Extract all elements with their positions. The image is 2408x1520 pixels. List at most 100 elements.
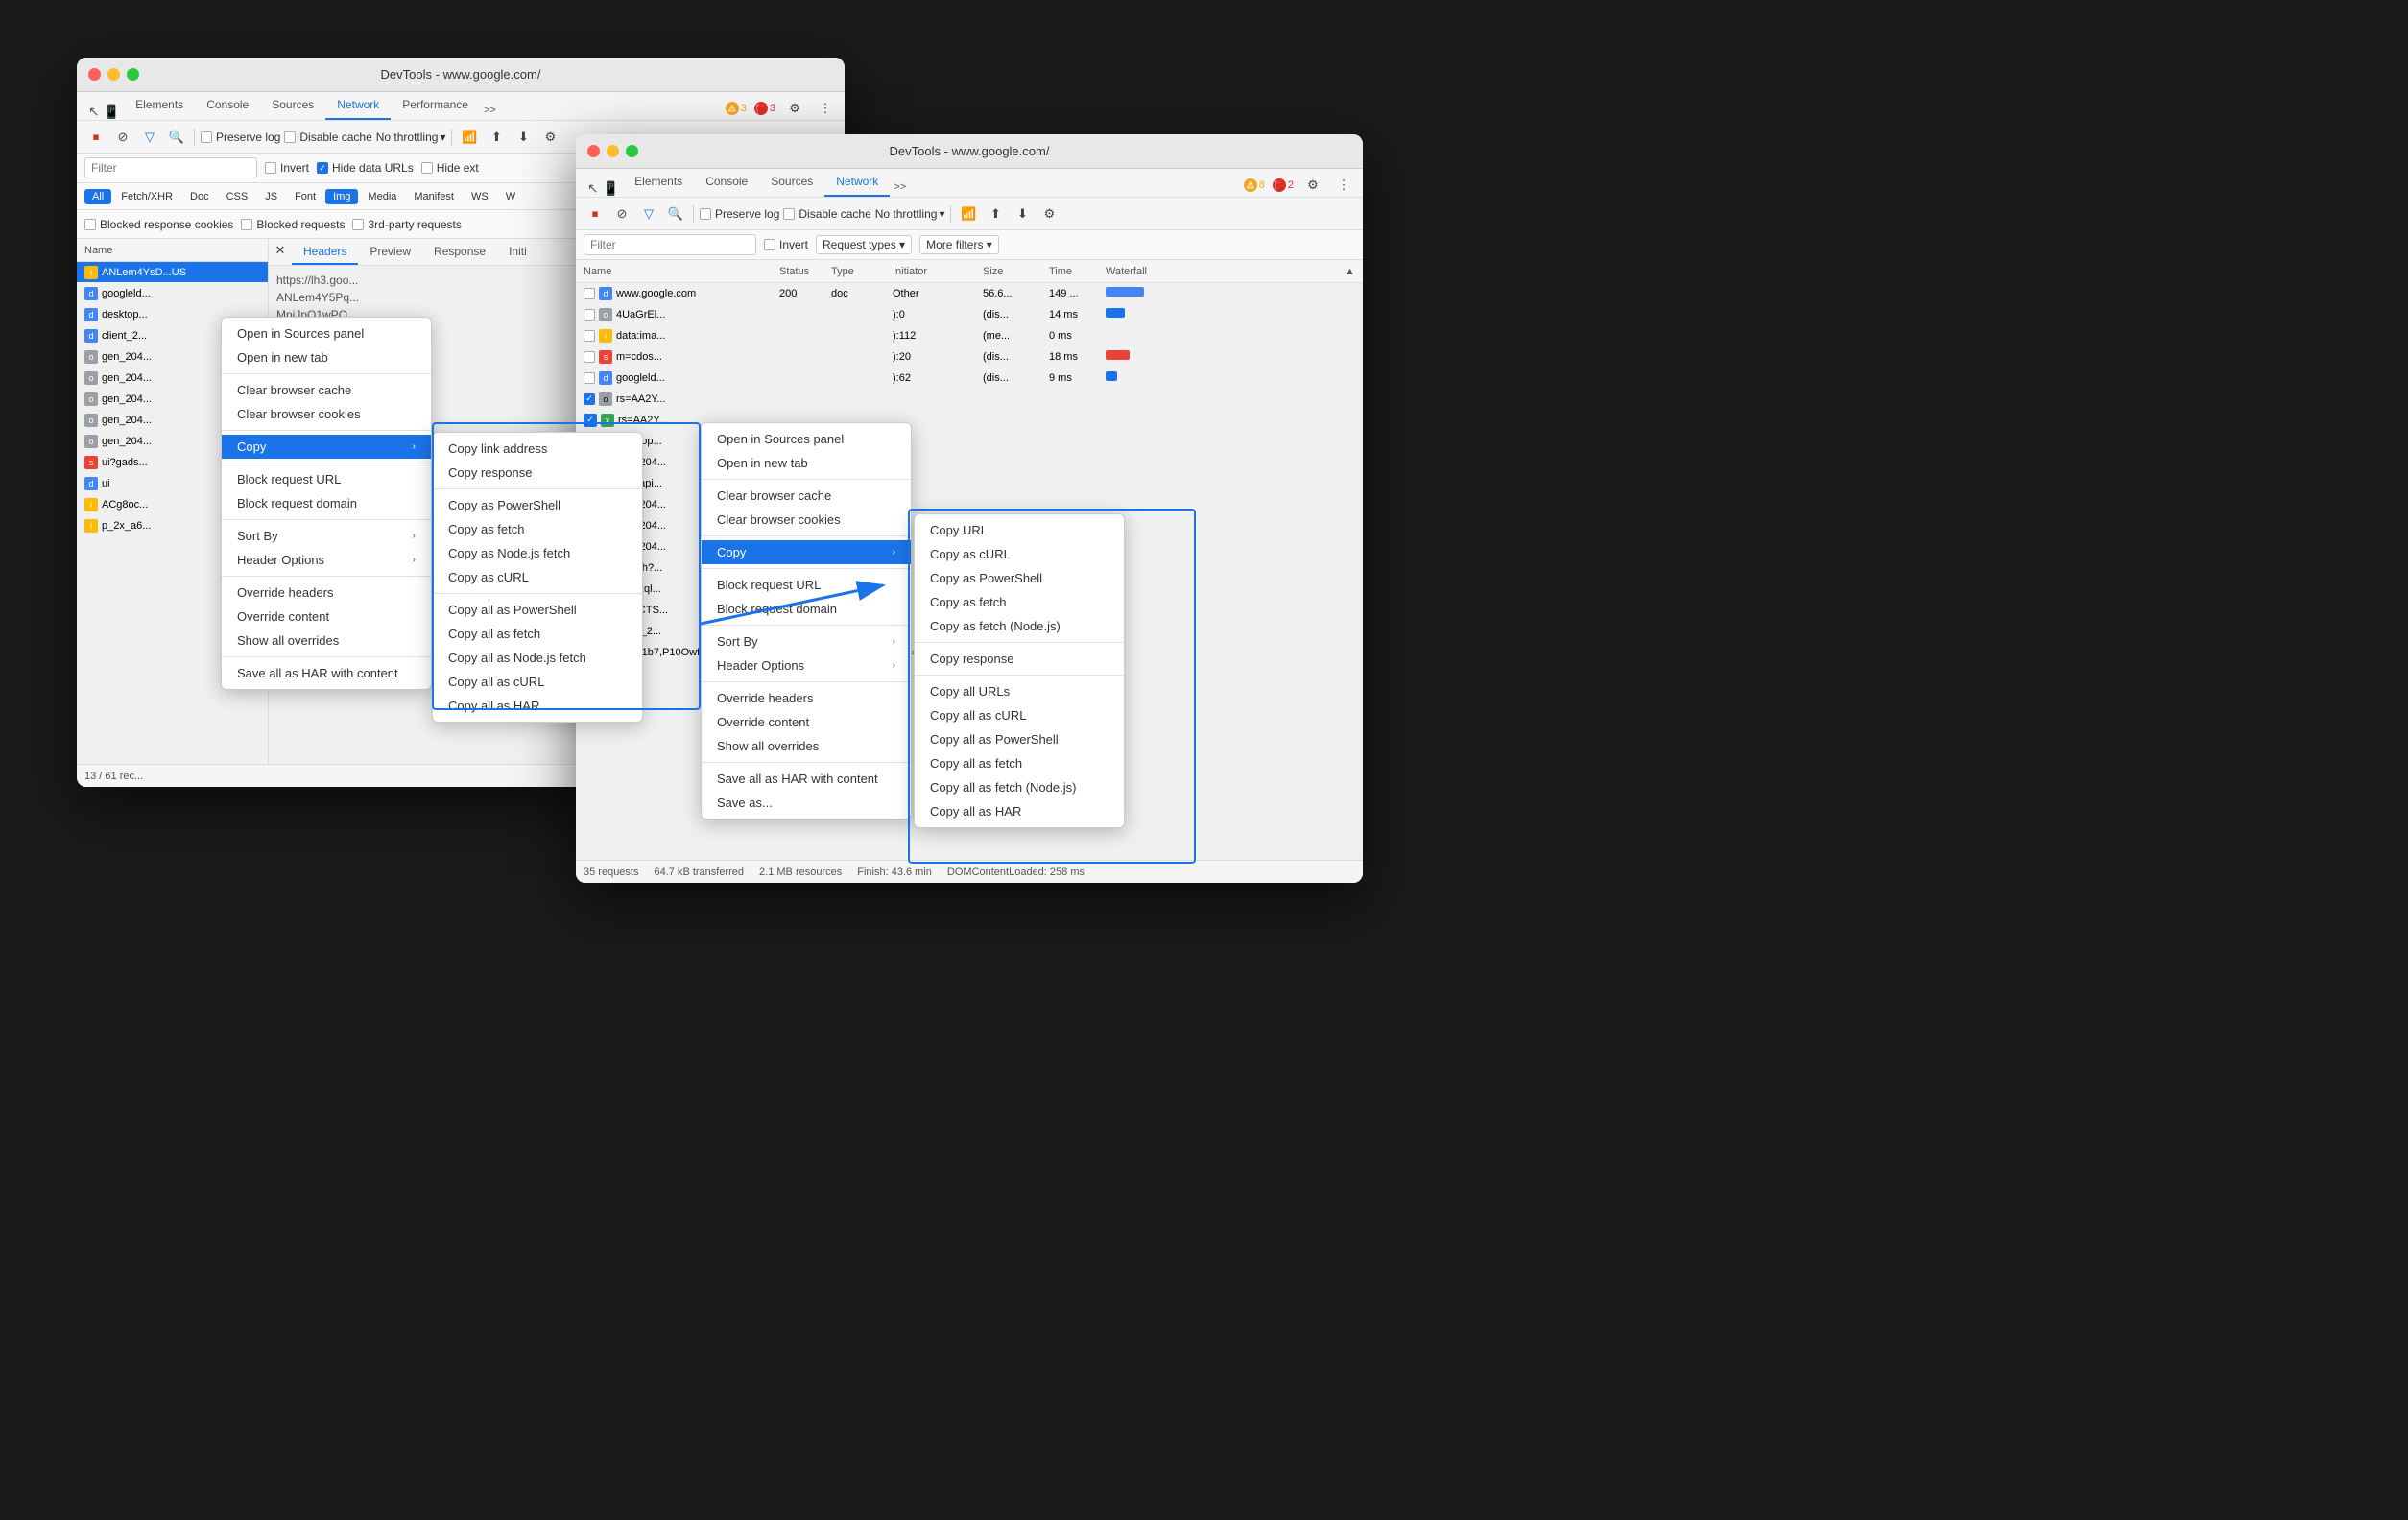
menu-block-url-1[interactable]: Block request URL — [222, 467, 431, 491]
menu2-override-content[interactable]: Override content — [702, 710, 911, 734]
menu2-save-har[interactable]: Save all as HAR with content — [702, 767, 911, 791]
disable-cache-checkbox-1[interactable] — [284, 131, 296, 143]
net-row-7[interactable]: d desktop... — [576, 431, 1363, 452]
submenu2-copy-all-curl[interactable]: Copy all as cURL — [915, 703, 1124, 727]
menu2-open-tab[interactable]: Open in new tab — [702, 451, 911, 475]
settings2-icon-1[interactable]: ⚙ — [538, 126, 561, 149]
menu-clear-cache-1[interactable]: Clear browser cache — [222, 378, 431, 402]
clear-icon-2[interactable]: ⊘ — [610, 202, 633, 226]
menu2-sort-by[interactable]: Sort By › — [702, 629, 911, 653]
record-stop-icon-2[interactable]: ⏹ — [584, 202, 607, 226]
submenu-copy-all-powershell-1[interactable]: Copy all as PowerShell — [433, 598, 642, 622]
blocked-cookies-check-1[interactable]: Blocked response cookies — [84, 218, 233, 231]
menu-clear-cookies-1[interactable]: Clear browser cookies — [222, 402, 431, 426]
minimize-button-1[interactable] — [107, 68, 120, 81]
search-icon-2[interactable]: 🔍 — [664, 202, 687, 226]
type-btn-doc-1[interactable]: Doc — [182, 189, 217, 204]
submenu2-copy-all-fetch-nodejs[interactable]: Copy all as fetch (Node.js) — [915, 775, 1124, 799]
net-row-5[interactable]: ✓ o rs=AA2Y... — [576, 389, 1363, 410]
close-button-2[interactable] — [587, 145, 600, 157]
maximize-button-2[interactable] — [626, 145, 638, 157]
submenu-copy-fetch-1[interactable]: Copy as fetch — [433, 517, 642, 541]
submenu2-copy-curl[interactable]: Copy as cURL — [915, 542, 1124, 566]
record-stop-icon-1[interactable]: ⏹ — [84, 126, 107, 149]
invert-checkbox-1[interactable] — [265, 162, 276, 174]
disable-cache-check-1[interactable]: Disable cache — [284, 131, 371, 144]
tab-more-2[interactable]: >> — [890, 178, 910, 197]
filter-icon-1[interactable]: ▽ — [138, 126, 161, 149]
submenu2-copy-url[interactable]: Copy URL — [915, 518, 1124, 542]
filter-input-2[interactable] — [584, 234, 756, 255]
throttle-select-1[interactable]: No throttling ▾ — [376, 131, 446, 144]
maximize-button-1[interactable] — [127, 68, 139, 81]
hide-data-check-1[interactable]: ✓ Hide data URLs — [317, 161, 414, 175]
type-btn-all-1[interactable]: All — [84, 189, 111, 204]
net-row-9[interactable]: s cb=gapi... — [576, 473, 1363, 494]
export-icon-1[interactable]: ⬆ — [485, 126, 508, 149]
submenu-copy-all-fetch-1[interactable]: Copy all as fetch — [433, 622, 642, 646]
submenu-copy-response-1[interactable]: Copy response — [433, 461, 642, 485]
tab-more-1[interactable]: >> — [480, 101, 500, 120]
menu2-block-domain[interactable]: Block request domain — [702, 597, 911, 621]
preserve-log-checkbox-2[interactable] — [700, 208, 711, 220]
type-btn-media-1[interactable]: Media — [360, 189, 404, 204]
net-row-0[interactable]: d www.google.com 200 doc Other 56.6... 1… — [576, 283, 1363, 304]
throttle-select-2[interactable]: No throttling ▾ — [875, 207, 945, 221]
filter-input-1[interactable] — [84, 157, 257, 178]
net-row-2[interactable]: i data:ima... ):112 (me... 0 ms — [576, 325, 1363, 346]
menu-copy-1[interactable]: Copy › — [222, 435, 431, 459]
invert-check-1[interactable]: Invert — [265, 161, 309, 175]
table-row-1[interactable]: d googleld... — [77, 283, 268, 304]
type-btn-css-1[interactable]: CSS — [219, 189, 256, 204]
tab-sources-2[interactable]: Sources — [759, 168, 824, 197]
table-row-0[interactable]: i ANLem4YsD...US — [77, 262, 268, 283]
submenu2-copy-all-fetch[interactable]: Copy all as fetch — [915, 751, 1124, 775]
submenu-copy-link-1[interactable]: Copy link address — [433, 437, 642, 461]
request-types-dropdown-2[interactable]: Request types ▾ — [816, 235, 912, 254]
third-party-check-1[interactable]: 3rd-party requests — [352, 218, 461, 231]
network-icon-2[interactable]: 📶 — [957, 202, 980, 226]
tab-network-1[interactable]: Network — [325, 91, 391, 120]
preserve-log-checkbox-1[interactable] — [201, 131, 212, 143]
close-button-1[interactable] — [88, 68, 101, 81]
disable-cache-check-2[interactable]: Disable cache — [783, 207, 870, 221]
net-row-4[interactable]: d googleld... ):62 (dis... 9 ms — [576, 368, 1363, 389]
type-btn-manifest-1[interactable]: Manifest — [406, 189, 462, 204]
more-icon-2[interactable]: ⋮ — [1332, 174, 1355, 197]
settings2-icon-2[interactable]: ⚙ — [1037, 202, 1061, 226]
preserve-log-check-1[interactable]: Preserve log — [201, 131, 280, 144]
import-icon-1[interactable]: ⬇ — [512, 126, 535, 149]
detail-tab-response-1[interactable]: Response — [422, 239, 497, 265]
tab-console-2[interactable]: Console — [694, 168, 759, 197]
import-icon-2[interactable]: ⬇ — [1011, 202, 1034, 226]
type-btn-fetchxhr-1[interactable]: Fetch/XHR — [113, 189, 180, 204]
menu-header-options-1[interactable]: Header Options › — [222, 548, 431, 572]
menu2-block-url[interactable]: Block request URL — [702, 573, 911, 597]
menu2-clear-cookies[interactable]: Clear browser cookies — [702, 508, 911, 532]
tab-elements-2[interactable]: Elements — [623, 168, 694, 197]
menu-override-content-1[interactable]: Override content — [222, 605, 431, 629]
net-row-6[interactable]: ✓ x rs=AA2Y... — [576, 410, 1363, 431]
network-icon-1[interactable]: 📶 — [458, 126, 481, 149]
more-filters-dropdown-2[interactable]: More filters ▾ — [919, 235, 999, 254]
menu-open-sources-1[interactable]: Open in Sources panel — [222, 321, 431, 345]
menu2-copy[interactable]: Copy › — [702, 540, 911, 564]
menu2-open-sources[interactable]: Open in Sources panel — [702, 427, 911, 451]
submenu2-copy-response[interactable]: Copy response — [915, 647, 1124, 671]
tab-performance-1[interactable]: Performance — [391, 91, 480, 120]
net-row-8[interactable]: o gen_204... — [576, 452, 1363, 473]
tab-network-2[interactable]: Network — [824, 168, 890, 197]
blocked-requests-check-1[interactable]: Blocked requests — [241, 218, 345, 231]
menu-sort-by-1[interactable]: Sort By › — [222, 524, 431, 548]
hide-data-checkbox-1[interactable]: ✓ — [317, 162, 328, 174]
net-row-10[interactable]: o gen_204... — [576, 494, 1363, 515]
submenu2-copy-powershell[interactable]: Copy as PowerShell — [915, 566, 1124, 590]
settings-icon-2[interactable]: ⚙ — [1301, 174, 1324, 197]
hide-ext-checkbox-1[interactable] — [421, 162, 433, 174]
search-icon-1[interactable]: 🔍 — [165, 126, 188, 149]
menu2-header-options[interactable]: Header Options › — [702, 653, 911, 677]
tab-console-1[interactable]: Console — [195, 91, 260, 120]
submenu-copy-curl-1[interactable]: Copy as cURL — [433, 565, 642, 589]
tab-elements-1[interactable]: Elements — [124, 91, 195, 120]
submenu-copy-nodejs-1[interactable]: Copy as Node.js fetch — [433, 541, 642, 565]
